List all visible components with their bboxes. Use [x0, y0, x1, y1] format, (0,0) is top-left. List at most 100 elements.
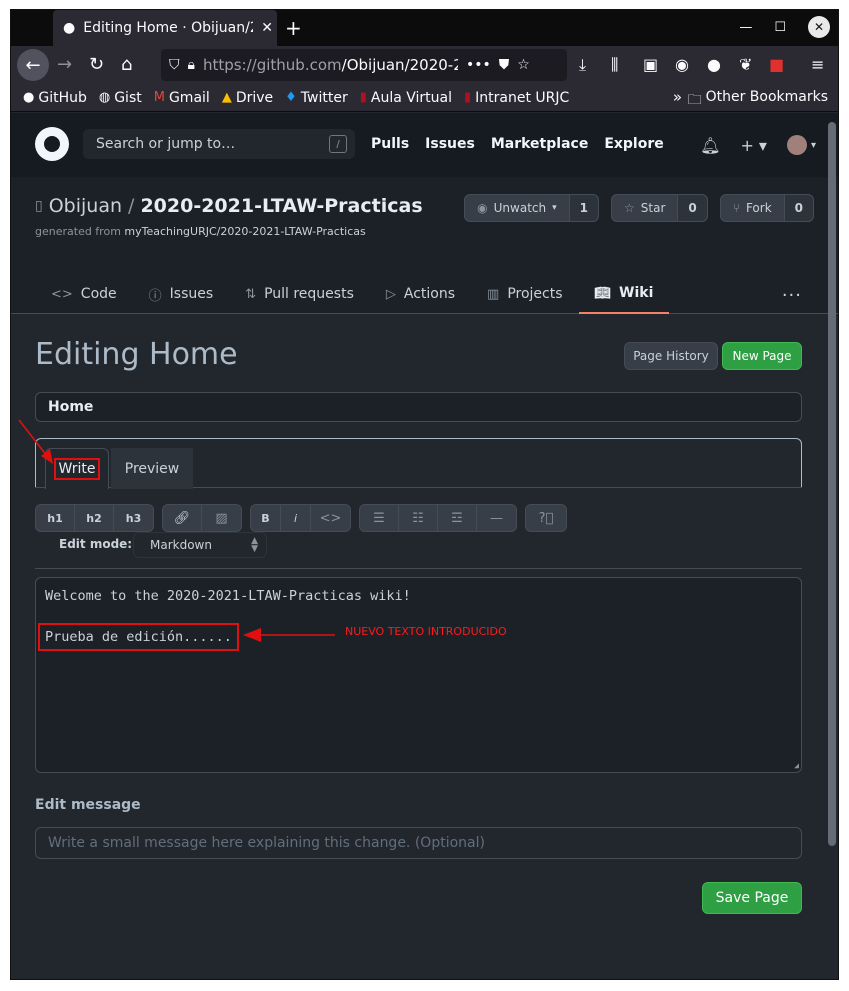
repo-icon: ▯ — [35, 198, 43, 214]
h1-button[interactable]: h1 — [36, 505, 75, 531]
bookmark-aula-virtual[interactable]: ▮ Aula Virtual — [360, 90, 452, 106]
back-button[interactable]: ← — [17, 49, 49, 81]
star-count[interactable]: 0 — [678, 195, 707, 221]
tab-wiki[interactable]: 📖︎ Wiki — [578, 274, 670, 314]
tab-pull-requests[interactable]: ⇅ Pull requests — [229, 274, 370, 314]
close-icon[interactable]: ✕ — [261, 20, 273, 36]
devtools-extension-icon[interactable]: ■ — [769, 55, 784, 74]
annotation-label: NUEVO TEXTO INTRODUCIDO — [345, 625, 507, 638]
pocket-icon[interactable]: ⛊ — [499, 57, 510, 73]
bookmark-drive[interactable]: ▲ Drive — [222, 90, 273, 106]
github-nav: Pulls Issues Marketplace Explore — [371, 136, 664, 152]
plus-dropdown-icon[interactable]: + ▾ — [740, 136, 767, 155]
nav-pulls[interactable]: Pulls — [371, 136, 409, 152]
template-repo-link[interactable]: myTeachingURJC/2020-2021-LTAW-Practicas — [124, 225, 365, 238]
search-input[interactable]: Search or jump to… / — [83, 129, 355, 159]
ordered-list-icon[interactable]: ☷ — [399, 505, 438, 531]
issue-icon: ⓘ — [148, 288, 162, 304]
watch-count[interactable]: 1 — [569, 195, 598, 221]
other-bookmarks[interactable]: 🗀︎ Other Bookmarks — [688, 89, 828, 113]
list-group: ☰ ☷ ☲ — — [359, 504, 517, 532]
bookmark-gist[interactable]: ◍ Gist — [99, 90, 142, 106]
bookmark-twitter[interactable]: ♦ Twitter — [285, 90, 348, 106]
fork-count[interactable]: 0 — [784, 195, 813, 221]
page-actions-icon[interactable]: ••• — [466, 57, 491, 73]
nav-explore[interactable]: Explore — [604, 136, 663, 152]
page-history-button[interactable]: Page History — [624, 342, 718, 370]
url-text[interactable]: https://github.com/Obijuan/2020-2021-LTA… — [203, 56, 458, 74]
unwatch-button[interactable]: ◉ Unwatch ▾ 1 — [464, 194, 599, 222]
help-icon[interactable]: ?⃝ — [526, 505, 566, 531]
browser-tab[interactable]: ● Editing Home · Obijuan/2020-2021-LTAW-… — [53, 10, 277, 46]
account-icon[interactable]: ◉ — [675, 55, 689, 74]
fork-button[interactable]: ⑂ Fork 0 — [719, 194, 814, 222]
tab-actions[interactable]: ▷ Actions — [370, 274, 471, 314]
nav-issues[interactable]: Issues — [425, 136, 475, 152]
shield-icon[interactable]: ⛉ — [169, 57, 180, 73]
reload-button[interactable]: ↻ — [89, 54, 104, 75]
bell-icon[interactable]: 🔔︎ — [700, 136, 720, 155]
edit-message-input[interactable]: Write a small message here explaining th… — [35, 827, 802, 859]
save-page-button[interactable]: Save Page — [702, 882, 802, 914]
github-header: Search or jump to… / Pulls Issues Market… — [11, 113, 838, 177]
lock-icon[interactable]: 🔒︎ — [188, 57, 195, 73]
page-scrollbar[interactable] — [828, 122, 836, 846]
link-icon[interactable]: 🔗︎ — [163, 505, 202, 531]
repo-tabs: <> Code ⓘ Issues ⇅ Pull requests ▷ Actions ▥… — [35, 274, 670, 314]
chevron-right-icon[interactable]: » — [673, 88, 682, 106]
repo-owner-link[interactable]: Obijuan — [49, 195, 122, 217]
repo-generated-from: generated from myTeachingURJC/2020-2021-… — [35, 225, 366, 238]
bookmark-gmail[interactable]: M Gmail — [154, 90, 210, 106]
github-logo-icon[interactable] — [35, 127, 69, 161]
image-icon[interactable]: ▨ — [202, 505, 241, 531]
resize-handle-icon[interactable]: ◢ — [794, 761, 799, 770]
italic-button[interactable]: i — [281, 505, 311, 531]
bookmark-star-icon[interactable]: ☆ — [517, 57, 530, 73]
bold-button[interactable]: B — [251, 505, 281, 531]
download-icon[interactable]: ⤓ — [579, 55, 586, 75]
content-line-new-text: Prueba de edición...... — [38, 623, 239, 651]
folder-icon: 🗀︎ — [687, 92, 702, 108]
github-extension-icon[interactable]: ● — [707, 55, 721, 74]
h3-button[interactable]: h3 — [114, 505, 153, 531]
bookmark-github[interactable]: ● GitHub — [23, 90, 87, 106]
window-close-button[interactable]: ✕ — [808, 16, 830, 38]
repo-header: ▯ Obijuan / 2020-2021-LTAW-Practicas gen… — [11, 177, 838, 314]
tab-issues[interactable]: ⓘ Issues — [133, 274, 230, 314]
blockquote-icon[interactable]: ☲ — [438, 505, 477, 531]
more-tabs-icon[interactable]: ··· — [782, 285, 802, 306]
tab-preview[interactable]: Preview — [111, 448, 193, 489]
bookmark-intranet-urjc[interactable]: ▮ Intranet URJC — [464, 90, 569, 106]
nav-marketplace[interactable]: Marketplace — [491, 136, 588, 152]
gmail-icon: M — [153, 90, 165, 105]
tab-projects[interactable]: ▥ Projects — [471, 274, 579, 314]
maximize-button[interactable]: ☐ — [774, 20, 786, 35]
tab-code[interactable]: <> Code — [35, 274, 133, 314]
avatar-dropdown[interactable]: ▾ — [786, 135, 816, 155]
url-bar[interactable]: ⛉ 🔒︎ https://github.com/Obijuan/2020-202… — [161, 49, 567, 81]
code-icon[interactable]: <> — [311, 505, 350, 531]
page-name-field[interactable]: Home — [35, 392, 802, 422]
gnome-extension-icon[interactable]: ❦ — [739, 55, 752, 74]
menu-icon[interactable]: ≡ — [811, 55, 824, 74]
heading-group: h1 h2 h3 — [35, 504, 154, 532]
new-page-button[interactable]: New Page — [722, 342, 802, 370]
fork-icon: ⑂ — [732, 201, 740, 215]
repo-name-link[interactable]: 2020-2021-LTAW-Practicas — [140, 195, 422, 217]
sidebar-icon[interactable]: ▣ — [643, 55, 658, 74]
home-button[interactable]: ⌂ — [121, 54, 132, 75]
caret-down-icon: ▾ — [552, 203, 557, 213]
wiki-content-textarea[interactable]: Welcome to the 2020-2021-LTAW-Practicas … — [35, 577, 802, 773]
forward-button[interactable]: → — [57, 54, 72, 75]
minimize-button[interactable]: — — [739, 20, 752, 35]
github-icon: ● — [23, 90, 35, 105]
edit-mode-select[interactable]: Markdown ▲ ▼ — [133, 532, 267, 558]
library-icon[interactable]: ⫼ — [611, 55, 618, 75]
h2-button[interactable]: h2 — [75, 505, 114, 531]
new-tab-button[interactable]: + — [285, 16, 302, 40]
star-button[interactable]: ☆ Star 0 — [611, 194, 708, 222]
horizontal-rule-icon[interactable]: — — [477, 505, 516, 531]
edit-mode-label: Edit mode: — [59, 537, 133, 551]
unordered-list-icon[interactable]: ☰ — [360, 505, 399, 531]
insert-group: 🔗︎ ▨ — [162, 504, 242, 532]
